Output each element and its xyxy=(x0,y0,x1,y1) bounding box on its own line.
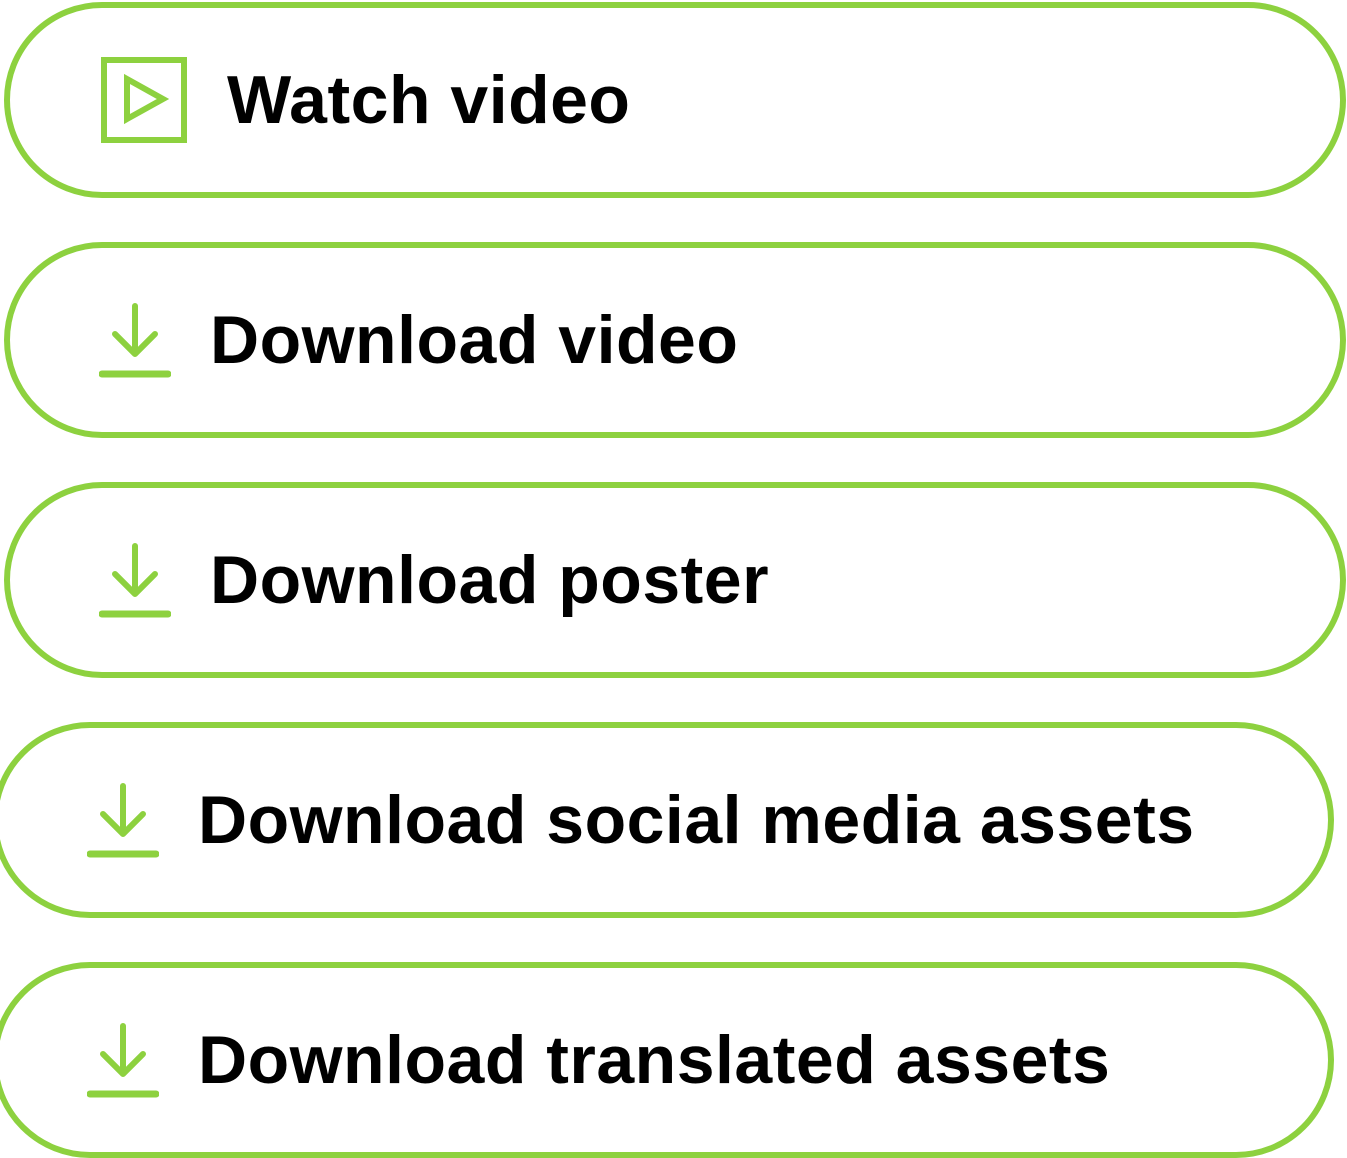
play-icon xyxy=(101,57,187,143)
download-video-label: Download video xyxy=(210,302,739,378)
download-social-media-assets-label: Download social media assets xyxy=(198,782,1195,858)
download-icon xyxy=(99,300,171,380)
download-icon xyxy=(87,780,159,860)
download-video-button[interactable]: Download video xyxy=(4,242,1346,438)
download-social-media-assets-button[interactable]: Download social media assets xyxy=(0,722,1334,918)
download-poster-label: Download poster xyxy=(210,542,770,618)
download-translated-assets-label: Download translated assets xyxy=(198,1022,1111,1098)
download-icon xyxy=(87,1020,159,1100)
watch-video-button[interactable]: Watch video xyxy=(4,2,1346,198)
watch-video-label: Watch video xyxy=(227,62,631,138)
download-translated-assets-button[interactable]: Download translated assets xyxy=(0,962,1334,1158)
download-poster-button[interactable]: Download poster xyxy=(4,482,1346,678)
download-icon xyxy=(99,540,171,620)
